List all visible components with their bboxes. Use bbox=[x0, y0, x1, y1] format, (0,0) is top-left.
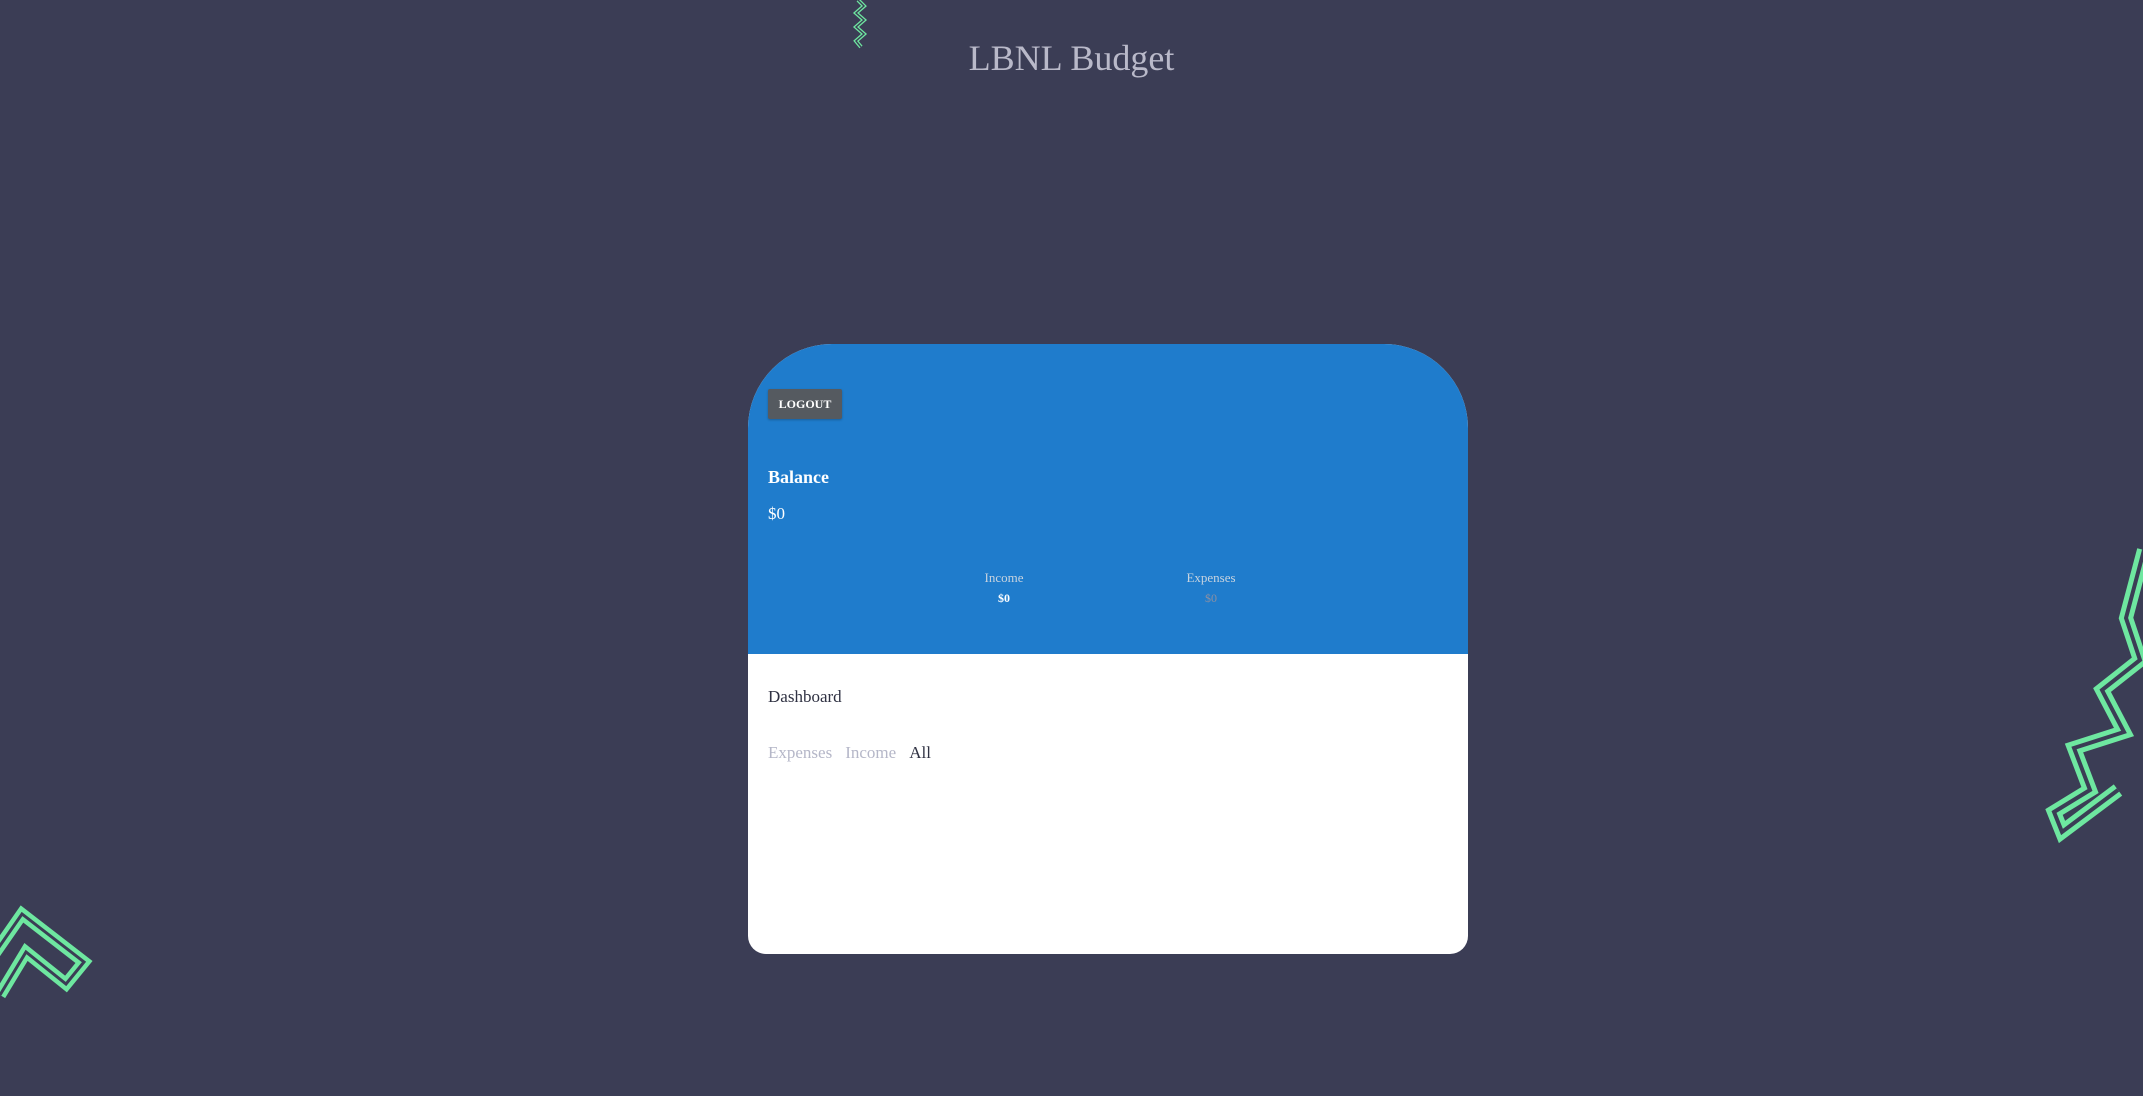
summary-header: LOGOUT Balance $0 Income $0 Expenses $0 bbox=[748, 344, 1468, 654]
zigzag-decoration-icon bbox=[2045, 548, 2143, 844]
income-summary: Income $0 bbox=[944, 570, 1064, 606]
filter-tabs: Expenses Income All bbox=[768, 742, 931, 764]
chevron-decoration-icon bbox=[0, 905, 93, 999]
budget-card: LOGOUT Balance $0 Income $0 Expenses $0 … bbox=[748, 344, 1468, 954]
dashboard-title: Dashboard bbox=[768, 687, 842, 706]
expenses-summary: Expenses $0 bbox=[1151, 570, 1271, 606]
tab-all[interactable]: All bbox=[909, 742, 931, 764]
expenses-label: Expenses bbox=[1186, 570, 1236, 585]
tab-expenses[interactable]: Expenses bbox=[768, 742, 832, 764]
tab-income[interactable]: Income bbox=[845, 742, 896, 764]
expenses-value: $0 bbox=[1205, 591, 1217, 605]
income-label: Income bbox=[984, 570, 1024, 585]
logout-button[interactable]: LOGOUT bbox=[768, 389, 842, 419]
app-title: LBNL Budget bbox=[968, 38, 1175, 78]
balance-label: Balance bbox=[768, 467, 829, 487]
income-value: $0 bbox=[998, 591, 1010, 605]
balance-value: $0 bbox=[768, 504, 785, 523]
